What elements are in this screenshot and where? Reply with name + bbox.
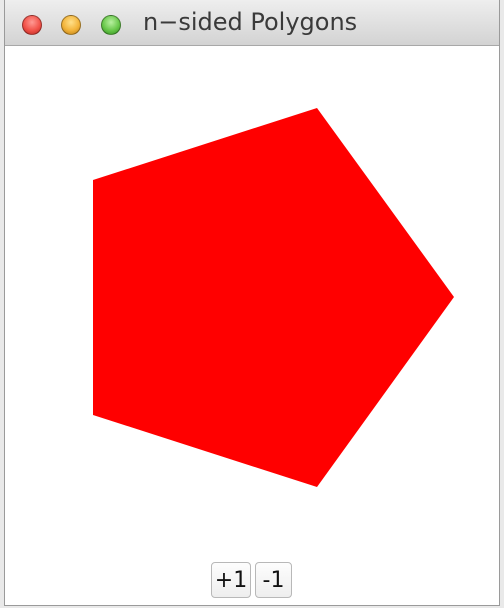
zoom-window-button[interactable] [101,15,121,35]
remove-side-button[interactable]: -1 [255,562,292,598]
polygon-shape [93,108,454,487]
polygon-svg [93,108,454,487]
drawing-canvas [5,46,499,556]
app-window: n−sided Polygons +1 -1 [4,0,500,606]
window-title: n−sided Polygons [143,8,358,36]
add-side-button[interactable]: +1 [211,562,251,598]
title-bar[interactable]: n−sided Polygons [5,0,499,46]
minimize-window-button[interactable] [61,15,81,35]
close-window-button[interactable] [22,15,42,35]
